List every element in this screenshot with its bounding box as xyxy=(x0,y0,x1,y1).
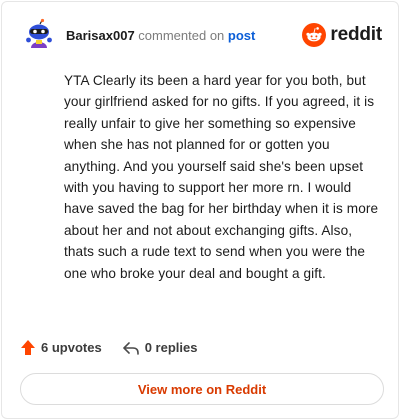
upvote-count: 6 upvotes xyxy=(41,340,102,355)
reddit-logo-icon xyxy=(302,23,327,47)
commented-on-text: commented on xyxy=(138,27,225,43)
reddit-wordmark: reddit xyxy=(330,24,382,45)
comment-actions: 6 upvotes 0 replies xyxy=(20,339,197,356)
reply-count: 0 replies xyxy=(144,340,198,355)
upvote-button[interactable]: 6 upvotes xyxy=(20,339,102,356)
comment-embed-card: Barisax007 commented on post reddit YTA … xyxy=(1,1,399,419)
reply-button[interactable]: 0 replies xyxy=(122,340,198,356)
reddit-brand[interactable]: reddit xyxy=(302,23,382,47)
comment-body: YTA Clearly its been a hard year for you… xyxy=(64,73,379,281)
post-link[interactable]: post xyxy=(228,28,255,43)
comment-header: Barisax007 commented on post reddit xyxy=(22,18,382,52)
view-more-on-reddit-button[interactable]: View more on Reddit xyxy=(20,373,384,405)
snoo-avatar-icon[interactable] xyxy=(22,18,56,52)
comment-meta: Barisax007 commented on post xyxy=(66,28,255,43)
reply-arrow-icon xyxy=(122,340,140,356)
upvote-arrow-icon xyxy=(20,339,36,356)
username[interactable]: Barisax007 xyxy=(66,28,135,43)
